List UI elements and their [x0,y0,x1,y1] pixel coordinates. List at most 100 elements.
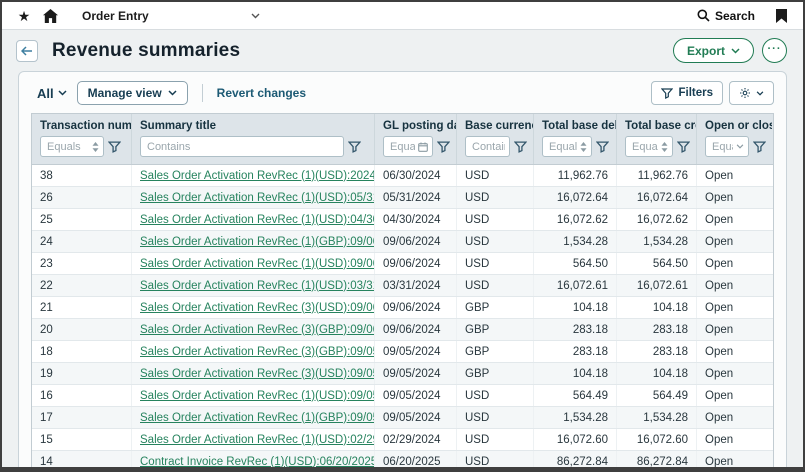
summary-title-link[interactable]: Sales Order Activation RevRec (1)(USD):0… [140,214,375,226]
total-base-debit-cell: 104.18 [534,363,617,384]
base-currency-cell: USD [457,231,534,252]
column-label: GL posting date [375,119,456,136]
summary-title-link[interactable]: Sales Order Activation RevRec (1)(USD):0… [140,192,375,204]
funnel-icon[interactable] [348,141,361,153]
summary-title-filter-input-wrap [140,136,344,157]
chevron-down-icon [58,90,67,96]
summary-title-link[interactable]: Sales Order Activation RevRec (1)(USD):0… [140,434,375,446]
summary-title-link[interactable]: Sales Order Activation RevRec (1)(GBP):0… [140,412,375,424]
total-base-credit-cell: 283.18 [617,341,697,362]
export-button[interactable]: Export [673,38,754,63]
transaction-number-cell: 14 [32,451,132,468]
gl-posting-date-cell: 04/30/2024 [375,209,457,230]
gl-posting-date-filter[interactable]: Equa [383,136,433,157]
summary-title-link[interactable]: Sales Order Activation RevRec (1)(USD):0… [140,390,375,402]
summary-title-cell: Sales Order Activation RevRec (1)(USD):2… [132,165,375,186]
home-icon[interactable] [42,8,58,24]
table-row: 17Sales Order Activation RevRec (1)(GBP)… [32,407,773,429]
funnel-icon[interactable] [514,141,527,153]
module-selector-label: Order Entry [82,9,149,23]
total-base-debit-cell: 16,072.62 [534,209,617,230]
total-base-credit-cell: 11,962.76 [617,165,697,186]
base-currency-cell: USD [457,429,534,450]
manage-view-button[interactable]: Manage view [77,81,188,105]
column-label: Summary title [132,119,374,136]
funnel-icon[interactable] [108,141,121,153]
summary-title-cell: Sales Order Activation RevRec (1)(GBP):0… [132,231,375,252]
revert-changes-link[interactable]: Revert changes [217,86,306,100]
funnel-icon[interactable] [596,141,609,153]
base-currency-cell: USD [457,209,534,230]
total-base-debit-cell: 16,072.60 [534,429,617,450]
summary-title-link[interactable]: Sales Order Activation RevRec (3)(USD):0… [140,368,375,380]
column-label: Base currency [457,119,533,136]
table-header: Transaction number Equals Summary title [32,114,773,165]
ellipsis-icon: ··· [768,43,782,55]
column-open-or-closed: Open or closed Equals [697,114,772,164]
transaction-number-cell: 23 [32,253,132,274]
funnel-icon[interactable] [677,141,690,153]
chevron-down-icon [731,48,740,54]
view-dropdown[interactable]: All [37,86,67,101]
status-cell: Open [697,319,772,340]
status-cell: Open [697,209,772,230]
sort-arrows-icon [580,142,587,152]
table-row: 19Sales Order Activation RevRec (3)(USD)… [32,363,773,385]
summary-title-link[interactable]: Sales Order Activation RevRec (3)(USD):0… [140,302,375,314]
column-label: Total base debit [534,119,616,136]
summary-title-cell: Sales Order Activation RevRec (1)(USD):0… [132,429,375,450]
open-or-closed-filter[interactable]: Equals [705,136,749,157]
summary-title-link[interactable]: Sales Order Activation RevRec (1)(USD):0… [140,258,375,270]
column-total-base-debit: Total base debit Equals [534,114,617,164]
app-window: ★ Order Entry Search Revenue summaries E… [0,0,805,472]
gl-posting-date-cell: 03/31/2024 [375,275,457,296]
funnel-icon[interactable] [437,141,450,153]
revenue-summaries-table: Transaction number Equals Summary title [31,113,774,468]
transaction-number-cell: 15 [32,429,132,450]
more-actions-button[interactable]: ··· [762,38,787,63]
transaction-number-cell: 22 [32,275,132,296]
total-base-credit-cell: 283.18 [617,319,697,340]
total-base-debit-cell: 16,072.61 [534,275,617,296]
back-button[interactable] [16,40,38,62]
total-base-credit-cell: 104.18 [617,363,697,384]
view-dropdown-label: All [37,86,54,101]
base-currency-filter-input[interactable] [472,141,505,153]
transaction-number-cell: 24 [32,231,132,252]
summary-title-link[interactable]: Sales Order Activation RevRec (3)(GBP):0… [140,324,375,336]
total-base-credit-cell: 16,072.64 [617,187,697,208]
total-base-credit-filter-operator[interactable]: Equals [625,136,673,157]
total-base-credit-cell: 16,072.62 [617,209,697,230]
filters-button[interactable]: Filters [651,81,723,105]
summary-title-filter-input[interactable] [147,141,339,153]
summary-title-link[interactable]: Contract Invoice RevRec (1)(USD):06/20/2… [140,456,375,468]
total-base-debit-cell: 564.49 [534,385,617,406]
gl-posting-date-cell: 09/05/2024 [375,341,457,362]
base-currency-cell: USD [457,187,534,208]
total-base-credit-cell: 1,534.28 [617,407,697,428]
total-base-debit-cell: 1,534.28 [534,231,617,252]
summary-title-link[interactable]: Sales Order Activation RevRec (1)(GBP):0… [140,236,375,248]
summary-title-link[interactable]: Sales Order Activation RevRec (1)(USD):2… [140,170,375,182]
grid-settings-button[interactable] [729,81,774,105]
favorites-star-icon[interactable]: ★ [16,8,32,24]
toolbar-divider [202,84,203,102]
total-base-credit-cell: 86,272.84 [617,451,697,468]
global-search[interactable]: Search [697,9,755,23]
column-base-currency: Base currency [457,114,534,164]
total-base-credit-cell: 564.49 [617,385,697,406]
summary-title-link[interactable]: Sales Order Activation RevRec (3)(GBP):0… [140,346,375,358]
total-base-credit-cell: 1,534.28 [617,231,697,252]
table-row: 24 Sales Order Activation RevRec (1)(GBP)… [32,231,773,253]
total-base-debit-filter-operator[interactable]: Equals [542,136,592,157]
transaction-number-filter-operator[interactable]: Equals [40,136,104,157]
bookmark-icon[interactable] [773,8,789,24]
table-row: 20Sales Order Activation RevRec (3)(GBP)… [32,319,773,341]
base-currency-cell: USD [457,407,534,428]
gl-posting-date-cell: 06/20/2025 [375,451,457,468]
funnel-icon[interactable] [753,141,766,153]
module-selector[interactable]: Order Entry [82,9,260,23]
table-row: 15 Sales Order Activation RevRec (1)(USD)… [32,429,773,451]
summary-title-link[interactable]: Sales Order Activation RevRec (1)(USD):0… [140,280,375,292]
table-row: 21Sales Order Activation RevRec (3)(USD)… [32,297,773,319]
